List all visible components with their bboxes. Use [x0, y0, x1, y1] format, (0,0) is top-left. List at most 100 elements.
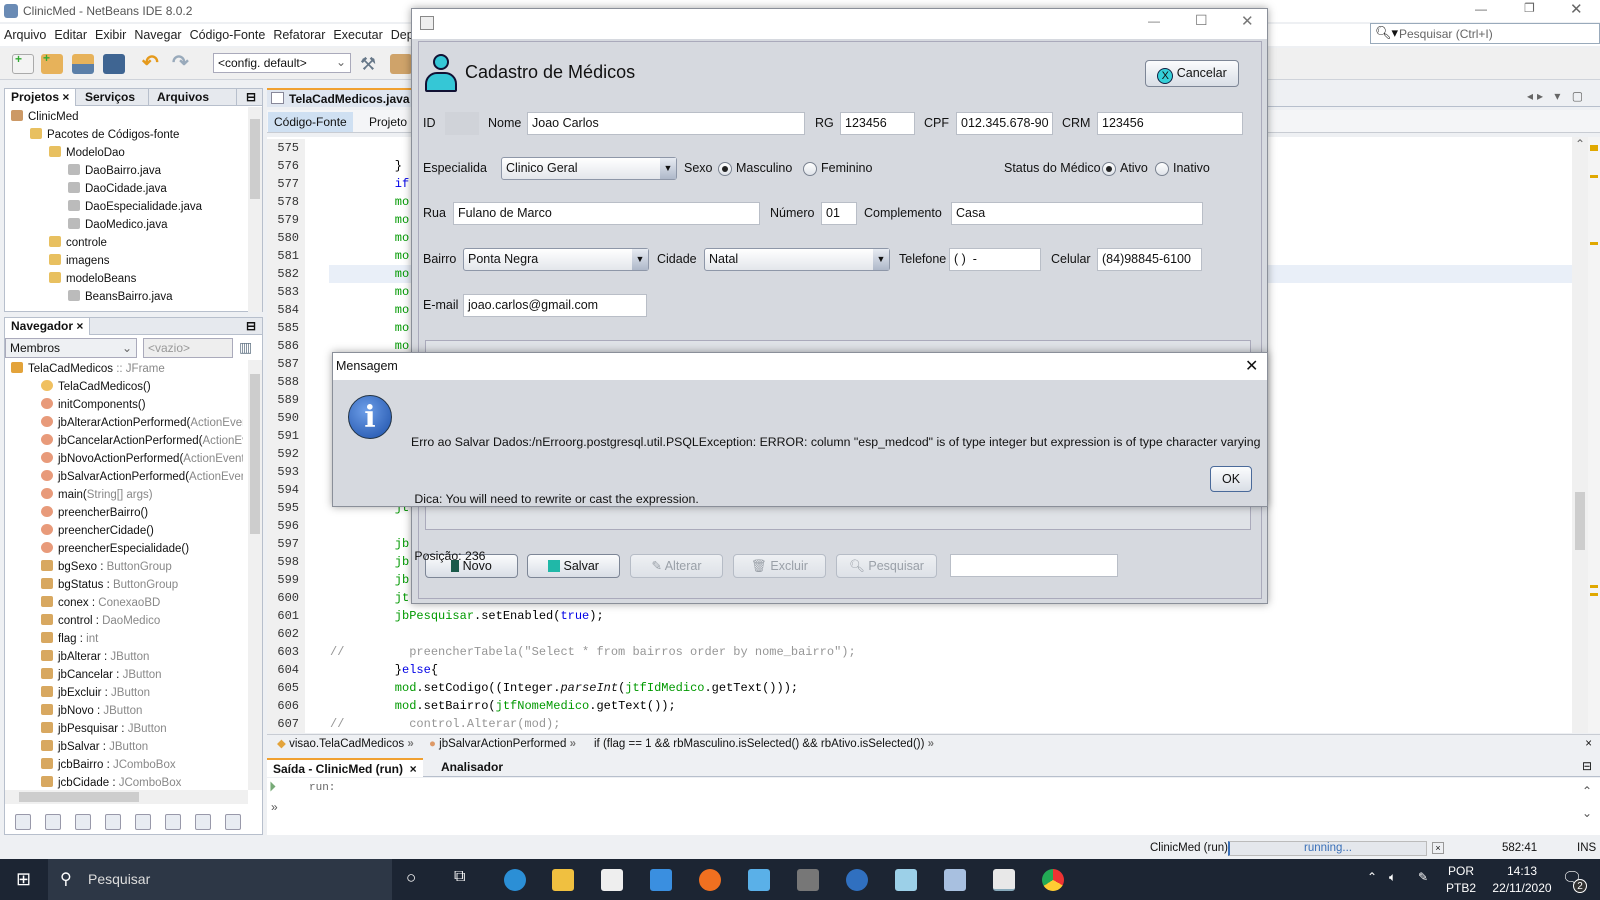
radio-masculino[interactable] — [718, 162, 732, 176]
navigator-member[interactable]: jcbCidade : JComboBox — [11, 774, 243, 790]
navigator-hscrollbar[interactable] — [5, 790, 248, 804]
scroll-up-icon[interactable]: ⌃ — [1575, 137, 1585, 151]
fqn-filter-icon[interactable] — [195, 814, 211, 830]
tab-arquivos[interactable]: Arquivos — [151, 89, 237, 106]
cpf-input[interactable]: 012.345.678-90 — [956, 112, 1053, 135]
minimize-button[interactable]: — — [1475, 2, 1487, 16]
chrome-icon[interactable] — [1042, 869, 1064, 891]
open-project-icon[interactable] — [72, 54, 94, 74]
rg-input[interactable]: 123456 — [840, 112, 915, 135]
breadcrumb-if[interactable]: if (flag == 1 && rbMasculino.isSelected(… — [594, 735, 934, 753]
clock[interactable]: 14:13 22/11/2020 — [1482, 863, 1562, 897]
radio-inativo[interactable] — [1155, 162, 1169, 176]
members-filter-select[interactable]: Membros ⌄ — [5, 338, 137, 358]
complemento-input[interactable]: Casa — [951, 202, 1203, 225]
radio-ativo[interactable] — [1102, 162, 1116, 176]
navigator-member[interactable]: jbSalvarActionPerformed(ActionEven — [11, 468, 243, 486]
app-icon-3[interactable] — [895, 869, 917, 891]
tray-chevron-icon[interactable]: ⌃ — [1367, 870, 1377, 884]
navigator-member[interactable]: jbAlterar : JButton — [11, 648, 243, 666]
editor-vscrollbar[interactable]: ⌃ — [1572, 137, 1588, 733]
tab-navegador[interactable]: Navegador × — [5, 318, 91, 335]
navigator-member[interactable]: jbSalvar : JButton — [11, 738, 243, 756]
navigator-root[interactable]: TelaCadMedicos :: JFrame — [11, 360, 243, 378]
tree-item[interactable]: DaoEspecialidade.java — [11, 198, 262, 216]
crm-input[interactable]: 123456 — [1097, 112, 1243, 135]
tree-item[interactable]: ModeloDao — [11, 144, 262, 162]
start-button[interactable]: ⊞ — [16, 869, 31, 890]
breadcrumb-method[interactable]: ● jbSalvarActionPerformed » — [429, 735, 576, 753]
navigator-member[interactable]: control : DaoMedico — [11, 612, 243, 630]
rerun-icon[interactable]: ⏵ — [269, 778, 276, 795]
empty-filter-select[interactable]: <vazio> — [143, 338, 233, 358]
cidade-select[interactable]: Natal ▼ — [704, 248, 890, 271]
new-file-icon[interactable]: + — [12, 52, 34, 74]
menu-0[interactable]: Arquivo — [0, 24, 50, 46]
minimize-panel-icon[interactable]: ⊟ — [246, 90, 256, 104]
navigator-member[interactable]: preencherEspecialidade() — [11, 540, 243, 558]
navigator-member[interactable]: bgSexo : ButtonGroup — [11, 558, 243, 576]
non-public-filter-icon[interactable] — [105, 814, 121, 830]
firefox-icon[interactable] — [699, 869, 721, 891]
navigator-member[interactable]: initComponents() — [11, 396, 243, 414]
tab-analisador[interactable]: Analisador — [435, 760, 509, 774]
close-breadcrumb-icon[interactable]: × — [1585, 735, 1592, 753]
dialog-close-button[interactable]: ✕ — [1245, 356, 1258, 376]
celular-input[interactable]: (84)98845-6100 — [1097, 248, 1202, 271]
especialidade-select[interactable]: Clinico Geral ▼ — [501, 157, 677, 180]
file-explorer-icon[interactable] — [552, 869, 574, 891]
close-button[interactable]: ✕ — [1570, 0, 1583, 18]
email-input[interactable]: joao.carlos@gmail.com — [463, 294, 647, 317]
tab-output[interactable]: Saída - ClinicMed (run) × — [267, 758, 423, 777]
inherited-members-filter-icon[interactable] — [15, 814, 31, 830]
taskbar-search[interactable]: ⚲ Pesquisar — [48, 859, 392, 900]
maximize-button[interactable]: ❐ — [1524, 1, 1535, 15]
bairro-select[interactable]: Ponta Negra ▼ — [463, 248, 649, 271]
navigator-member[interactable]: jbNovo : JButton — [11, 702, 243, 720]
menu-3[interactable]: Navegar — [130, 24, 185, 46]
navigator-member[interactable]: main(String[] args) — [11, 486, 243, 504]
java-icon[interactable] — [993, 869, 1015, 891]
volume-icon[interactable]: 🔈︎ — [1389, 870, 1396, 885]
clean-build-icon[interactable] — [390, 54, 412, 74]
mail-icon[interactable] — [650, 869, 672, 891]
tree-item[interactable]: BeansBairro.java — [11, 288, 262, 306]
navigator-member[interactable]: TelaCadMedicos() — [11, 378, 243, 396]
tree-item[interactable]: controle — [11, 234, 262, 252]
tree-item[interactable]: modeloBeans — [11, 270, 262, 288]
layout-icon[interactable]: ▥ — [239, 339, 252, 356]
sort-by-name-filter-icon[interactable] — [135, 814, 151, 830]
telefone-input[interactable]: ( ) - — [949, 248, 1041, 271]
new-project-icon[interactable]: + — [41, 51, 63, 74]
cancel-button[interactable]: X Cancelar — [1145, 60, 1239, 87]
navigator-member[interactable]: jbNovoActionPerformed(ActionEvent — [11, 450, 243, 468]
navigator-scrollbar[interactable] — [248, 360, 262, 790]
virtualbox-icon[interactable] — [944, 869, 966, 891]
app-icon-2[interactable] — [846, 869, 868, 891]
menu-2[interactable]: Exibir — [91, 24, 130, 46]
navigator-member[interactable]: preencherBairro() — [11, 504, 243, 522]
tab-projeto[interactable]: Projeto — [369, 115, 407, 129]
pen-icon[interactable]: ✎ — [1418, 870, 1428, 884]
menu-6[interactable]: Executar — [329, 24, 386, 46]
tab-codigo-fonte[interactable]: Código-Fonte — [268, 112, 353, 132]
minimize-button[interactable]: — — [1148, 14, 1160, 28]
fields-filter-icon[interactable] — [45, 814, 61, 830]
tree-item[interactable]: DaoMedico.java — [11, 216, 262, 234]
ok-button[interactable]: OK — [1210, 466, 1252, 492]
config-select[interactable]: <config. default> ⌄ — [213, 53, 351, 73]
language-indicator[interactable]: POR PTB2 — [1446, 863, 1476, 897]
navigator-member[interactable]: jbExcluir : JButton — [11, 684, 243, 702]
nome-input[interactable]: Joao Carlos — [527, 112, 805, 135]
numero-input[interactable]: 01 — [821, 202, 857, 225]
navigator-member[interactable]: flag : int — [11, 630, 243, 648]
editor-nav-buttons[interactable]: ◂▸ ▾ ▢ — [1527, 89, 1587, 103]
minimize-panel-icon[interactable]: ⊟ — [1582, 759, 1592, 773]
edge-icon[interactable] — [504, 869, 526, 891]
tree-item[interactable]: imagens — [11, 252, 262, 270]
navigator-member[interactable]: jbPesquisar : JButton — [11, 720, 243, 738]
tree-item[interactable]: ClinicMed — [11, 108, 262, 126]
rua-input[interactable]: Fulano de Marco — [453, 202, 760, 225]
javadoc-filter-icon[interactable] — [225, 814, 241, 830]
tab-projetos[interactable]: Projetos × — [5, 89, 77, 106]
